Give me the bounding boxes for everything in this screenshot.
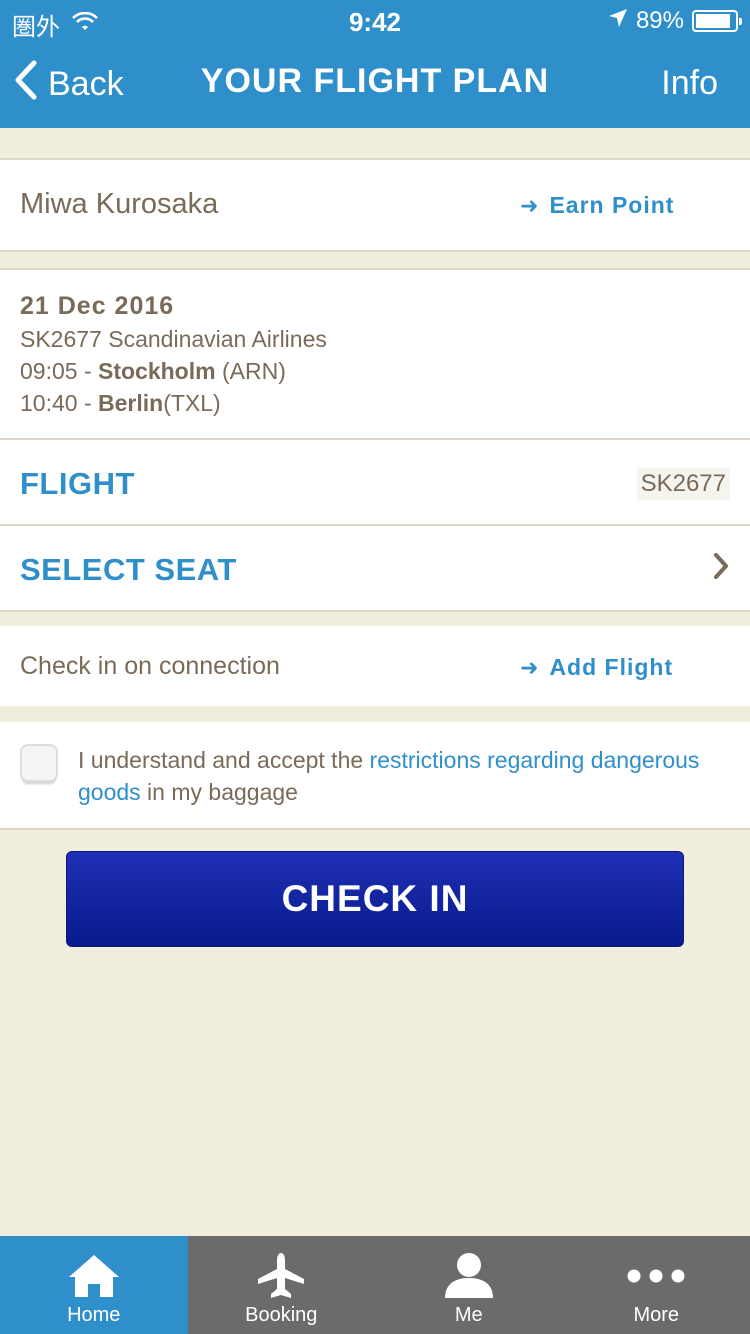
location-arrow-icon bbox=[608, 7, 628, 35]
flight-date: 21 Dec 2016 bbox=[20, 292, 175, 320]
agreement-row: I understand and accept the restrictions… bbox=[0, 722, 750, 830]
passenger-row: Miwa Kurosaka ➜ Earn Point bbox=[0, 158, 750, 252]
status-right: 89% bbox=[608, 7, 742, 35]
agreement-text: I understand and accept the restrictions… bbox=[78, 744, 728, 808]
back-label: Back bbox=[48, 65, 124, 103]
more-dots-icon bbox=[626, 1250, 686, 1302]
flight-number: SK2677 bbox=[636, 468, 730, 500]
departure-code: (ARN) bbox=[215, 358, 286, 384]
arrival-line: 10:40 - Berlin(TXL) bbox=[20, 390, 221, 417]
agreement-text-after: in my baggage bbox=[140, 779, 298, 805]
connection-label: Check in on connection bbox=[20, 652, 280, 680]
select-seat-row[interactable]: SELECT SEAT bbox=[0, 524, 750, 612]
info-button[interactable]: Info bbox=[661, 64, 718, 103]
earn-point-label: Earn Point bbox=[549, 192, 675, 218]
arrival-time: 10:40 - bbox=[20, 390, 98, 416]
select-seat-label: SELECT SEAT bbox=[20, 552, 237, 587]
connection-row: Check in on connection ➜ Add Flight bbox=[0, 626, 750, 706]
tab-me[interactable]: Me bbox=[375, 1236, 563, 1334]
arrow-right-icon: ➜ bbox=[520, 192, 540, 218]
arrival-code: (TXL) bbox=[163, 390, 221, 416]
tab-booking[interactable]: Booking bbox=[188, 1236, 376, 1334]
earn-point-link[interactable]: ➜ Earn Point bbox=[520, 192, 674, 219]
departure-city: Stockholm bbox=[98, 358, 216, 384]
tab-booking-label: Booking bbox=[245, 1304, 318, 1326]
battery-percent: 89% bbox=[635, 7, 684, 34]
tab-more[interactable]: More bbox=[563, 1236, 750, 1334]
flight-details: 21 Dec 2016 SK2677 Scandinavian Airlines… bbox=[0, 268, 750, 440]
tab-me-label: Me bbox=[454, 1304, 483, 1326]
check-in-button[interactable]: CHECK IN bbox=[66, 851, 684, 947]
flight-row: FLIGHT SK2677 bbox=[0, 438, 750, 526]
chevron-left-icon bbox=[12, 60, 38, 109]
agreement-checkbox[interactable] bbox=[20, 744, 58, 782]
status-bar: 圏外 9:42 89% bbox=[0, 0, 750, 42]
battery-icon bbox=[692, 10, 742, 32]
tab-more-label: More bbox=[633, 1304, 680, 1326]
departure-time: 09:05 - bbox=[20, 358, 98, 384]
departure-line: 09:05 - Stockholm (ARN) bbox=[20, 358, 286, 385]
battery-fill bbox=[696, 14, 730, 28]
add-flight-label: Add Flight bbox=[549, 654, 674, 680]
home-icon bbox=[67, 1250, 121, 1302]
add-flight-link[interactable]: ➜ Add Flight bbox=[520, 654, 673, 681]
arrow-right-icon: ➜ bbox=[520, 654, 540, 680]
flight-label: FLIGHT bbox=[20, 466, 135, 501]
passenger-name: Miwa Kurosaka bbox=[20, 188, 219, 220]
back-button[interactable]: Back bbox=[12, 60, 124, 109]
tab-home-label: Home bbox=[67, 1304, 121, 1326]
tab-bar: Home Booking Me More bbox=[0, 1236, 750, 1334]
chevron-right-icon bbox=[712, 548, 730, 590]
arrival-city: Berlin bbox=[98, 390, 164, 416]
flight-carrier-line: SK2677 Scandinavian Airlines bbox=[20, 326, 327, 352]
airplane-icon bbox=[256, 1250, 306, 1302]
agreement-text-before: I understand and accept the bbox=[78, 747, 370, 773]
tab-home[interactable]: Home bbox=[0, 1236, 188, 1334]
header: 圏外 9:42 89% Back YOUR FLIGHT PLAN Info bbox=[0, 0, 750, 128]
person-icon bbox=[443, 1250, 495, 1302]
